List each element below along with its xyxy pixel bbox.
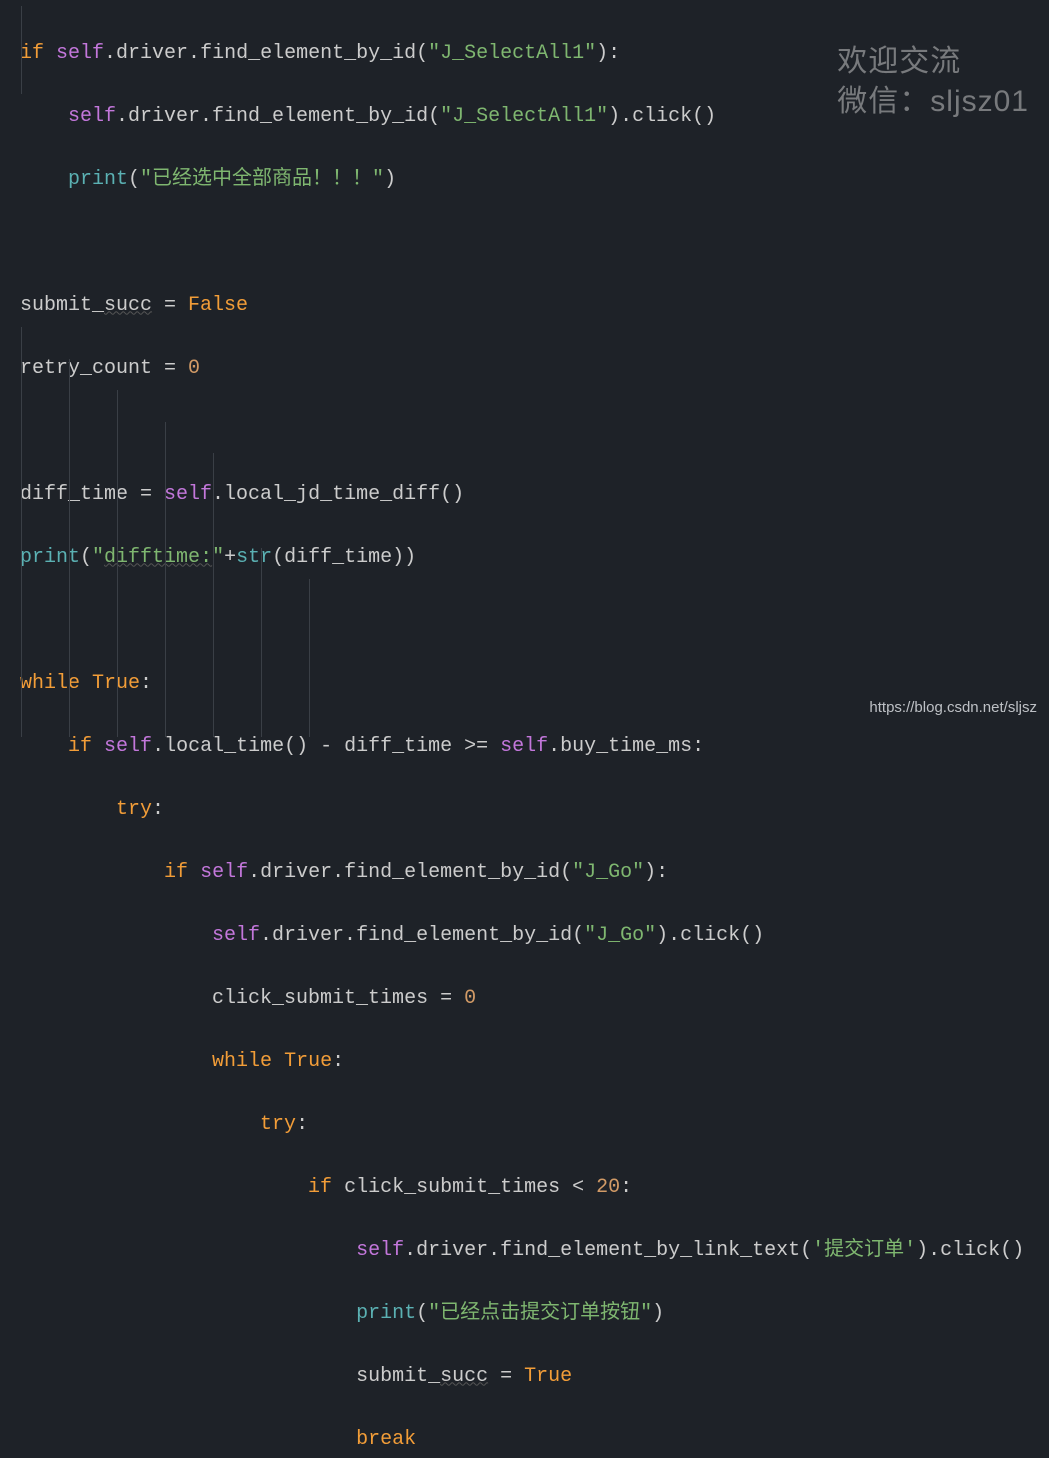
blank-line — [20, 605, 1049, 637]
code-line: self.driver.find_element_by_id("J_Go").c… — [20, 920, 1049, 952]
code-line: print("difftime:"+str(diff_time)) — [20, 542, 1049, 574]
code-line: while True: — [20, 1046, 1049, 1078]
code-line: submit_succ = False — [20, 290, 1049, 322]
footer-url: https://blog.csdn.net/sljsz — [869, 692, 1037, 724]
code-line: if self.local_time() - diff_time >= self… — [20, 731, 1049, 763]
code-line: retry_count = 0 — [20, 353, 1049, 385]
code-line: break — [20, 1424, 1049, 1456]
watermark-line: 欢迎交流 — [837, 42, 1029, 82]
code-line: if click_submit_times < 20: — [20, 1172, 1049, 1204]
code-line: try: — [20, 794, 1049, 826]
code-line: self.driver.find_element_by_link_text('提… — [20, 1235, 1049, 1267]
code-block: if self.driver.find_element_by_id("J_Sel… — [0, 0, 1049, 1458]
code-line: click_submit_times = 0 — [20, 983, 1049, 1015]
code-line: print("已经选中全部商品！！！") — [20, 164, 1049, 196]
watermark-text: 欢迎交流 微信：sljsz01 — [837, 42, 1029, 122]
code-line: diff_time = self.local_jd_time_diff() — [20, 479, 1049, 511]
code-line: if self.driver.find_element_by_id("J_Go"… — [20, 857, 1049, 889]
code-line: submit_succ = True — [20, 1361, 1049, 1393]
watermark-line: 微信：sljsz01 — [837, 82, 1029, 122]
blank-line — [20, 416, 1049, 448]
code-line: print("已经点击提交订单按钮") — [20, 1298, 1049, 1330]
blank-line — [20, 227, 1049, 259]
code-line: try: — [20, 1109, 1049, 1141]
